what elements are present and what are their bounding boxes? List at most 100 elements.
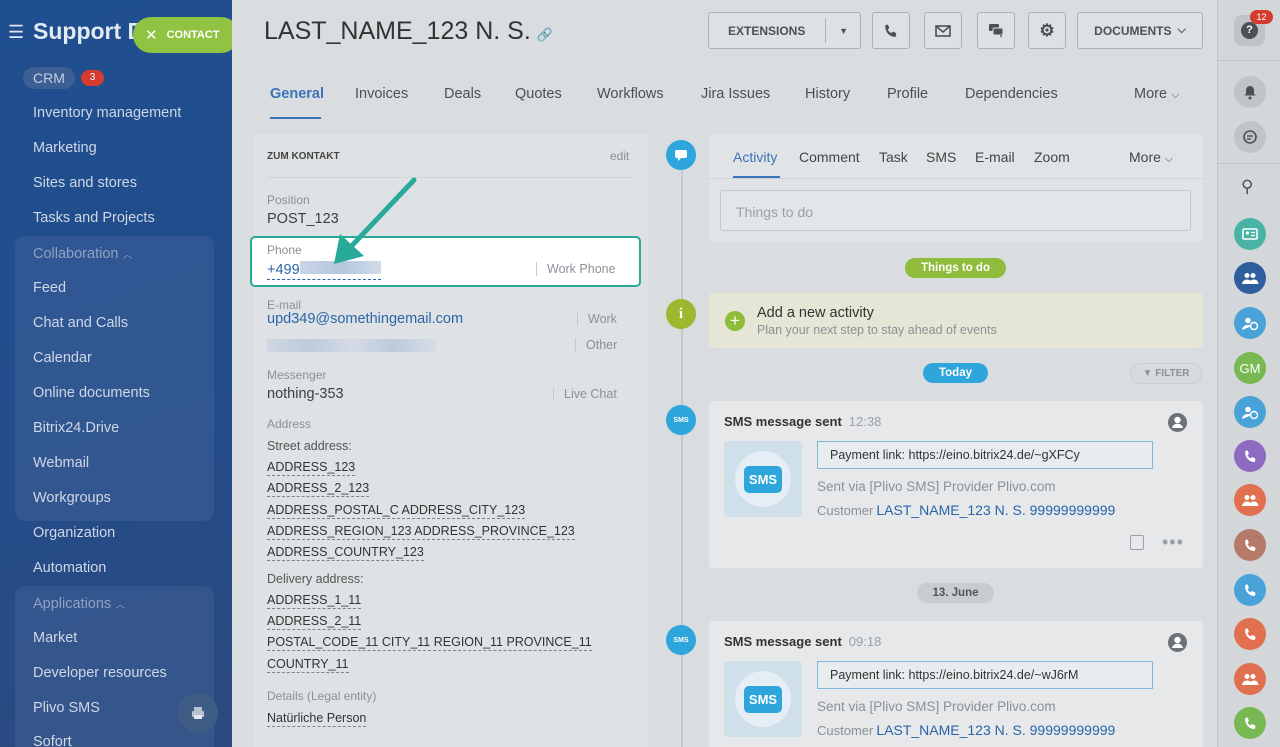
sidebar-item-tasks[interactable]: Tasks and Projects [33, 210, 155, 226]
sidebar-item-market[interactable]: Market [33, 630, 77, 646]
printer-icon[interactable] [178, 693, 218, 733]
messenger-value: nothing-353 [267, 386, 344, 402]
users-icon[interactable] [1234, 484, 1266, 516]
sidebar-item-feed[interactable]: Feed [33, 280, 66, 296]
activity-editor: Activity Comment Task SMS E-mail Zoom Mo… [709, 134, 1203, 242]
tab-activity[interactable]: Activity [733, 149, 777, 165]
sidebar-item-sites[interactable]: Sites and stores [33, 175, 137, 191]
sidebar-item-documents[interactable]: Online documents [33, 385, 150, 401]
email-button[interactable] [924, 12, 962, 49]
customer-link[interactable]: LAST_NAME_123 N. S. 99999999999 [876, 502, 1115, 518]
sidebar-item-inventory[interactable]: Inventory management [33, 105, 181, 121]
phone-call-icon[interactable] [1234, 529, 1266, 561]
documents-button[interactable]: DOCUMENTS ⌵ [1077, 12, 1203, 49]
tab-workflows[interactable]: Workflows [597, 86, 664, 102]
split-divider [825, 18, 826, 43]
tab-quotes[interactable]: Quotes [515, 86, 562, 102]
phone-call-icon[interactable] [1234, 440, 1266, 472]
sidebar-item-marketing[interactable]: Marketing [33, 140, 97, 156]
phone-call-icon[interactable] [1234, 707, 1266, 739]
note-icon[interactable] [1130, 535, 1144, 550]
chevron-down-icon: ⌵ [1177, 24, 1186, 36]
tab-email[interactable]: E-mail [975, 149, 1015, 165]
tab-dependencies[interactable]: Dependencies [965, 86, 1058, 102]
add-activity-card[interactable]: + Add a new activity Plan your next step… [709, 293, 1203, 348]
extensions-button[interactable]: EXTENSIONS ▼ [708, 12, 861, 49]
sms-time: 12:38 [848, 414, 882, 429]
search-icon[interactable]: ⚲ [1241, 177, 1253, 197]
tab-comment[interactable]: Comment [799, 149, 860, 165]
phone-call-button[interactable] [872, 12, 910, 49]
street-line: ADDRESS_2_123 [267, 481, 370, 497]
users-icon[interactable] [1234, 663, 1266, 695]
tab-invoices[interactable]: Invoices [355, 86, 408, 102]
sidebar-item-calendar[interactable]: Calendar [33, 350, 92, 366]
sidebar-item-automation[interactable]: Automation [33, 560, 106, 576]
sms-icon: SMS [724, 661, 802, 737]
timeline-line [681, 170, 683, 747]
sidebar-item-workgroups[interactable]: Workgroups [33, 490, 111, 506]
close-icon: ✕ [145, 27, 158, 44]
tab-profile[interactable]: Profile [887, 86, 928, 102]
question-icon: ? [1241, 22, 1258, 39]
help-counter-badge: 12 [1250, 10, 1273, 24]
person-icon[interactable] [1168, 413, 1187, 432]
sms-customer: Customer LAST_NAME_123 N. S. 99999999999 [817, 502, 1116, 518]
sidebar-item-webmail[interactable]: Webmail [33, 455, 89, 471]
link-icon[interactable]: 🔗 [537, 27, 553, 42]
email-link[interactable]: upd349@somethingemail.com [267, 311, 463, 327]
tab-history[interactable]: History [805, 86, 850, 102]
tab-general[interactable]: General [270, 86, 324, 102]
group-chat-icon[interactable] [1234, 262, 1266, 294]
filter-button[interactable]: ▼ FILTER [1130, 363, 1202, 384]
info-icon: i [666, 299, 696, 329]
sidebar-group-collaboration[interactable]: Collaboration ︿ [33, 246, 132, 262]
edit-link[interactable]: edit [610, 149, 629, 163]
customer-link[interactable]: LAST_NAME_123 N. S. 99999999999 [876, 722, 1115, 738]
tab-activity-more[interactable]: More ⌵ [1129, 149, 1173, 166]
sidebar-item-plivo[interactable]: Plivo SMS [33, 700, 100, 716]
sidebar-item-developer[interactable]: Developer resources [33, 665, 167, 681]
sidebar-item-organization[interactable]: Organization [33, 525, 115, 541]
settings-button[interactable]: ⚙ [1028, 12, 1066, 49]
person-icon[interactable] [1168, 633, 1187, 652]
sidebar-item-chat[interactable]: Chat and Calls [33, 315, 128, 331]
chat-bubble-icon[interactable] [1234, 121, 1266, 153]
sidebar-item-crm[interactable]: CRM [23, 67, 75, 89]
portal-title[interactable]: Support D [33, 18, 144, 45]
sms-customer: Customer LAST_NAME_123 N. S. 99999999999 [817, 722, 1116, 738]
tab-deals[interactable]: Deals [444, 86, 481, 102]
tab-jira-issues[interactable]: Jira Issues [701, 86, 770, 102]
messenger-type: Live Chat [553, 387, 617, 401]
sidebar-group-applications[interactable]: Applications ︿ [33, 596, 125, 612]
crm-counter-badge: 3 [81, 70, 104, 86]
things-to-do-pill: Things to do [905, 258, 1006, 278]
phone-call-icon[interactable] [1234, 618, 1266, 650]
sidebar-item-sofort[interactable]: Sofort [33, 734, 72, 747]
user-clock-icon[interactable] [1234, 307, 1266, 339]
chat-button[interactable] [977, 12, 1015, 49]
more-dots-icon[interactable]: ••• [1162, 532, 1184, 553]
tab-sms[interactable]: SMS [926, 149, 956, 165]
caret-down-icon[interactable]: ▼ [839, 26, 848, 36]
tab-more[interactable]: More ⌵ [1134, 86, 1179, 102]
user-clock-icon[interactable] [1234, 396, 1266, 428]
notifications-bell-icon[interactable] [1234, 76, 1266, 108]
avatar-gm[interactable]: GM [1234, 352, 1266, 384]
chat-icon [989, 24, 1004, 38]
phone-call-icon[interactable] [1234, 574, 1266, 606]
sms-bubble: SMS [735, 671, 791, 727]
sms-title: SMS message sent 12:38 [724, 414, 882, 429]
tab-task[interactable]: Task [879, 149, 908, 165]
menu-icon[interactable]: ☰ [8, 22, 24, 43]
chevron-up-icon: ︿ [115, 600, 126, 611]
tab-zoom[interactable]: Zoom [1034, 149, 1070, 165]
contact-close-button[interactable]: ✕ CONTACT [133, 17, 232, 53]
street-line: ADDRESS_COUNTRY_123 [267, 545, 424, 561]
contact-card-icon[interactable] [1234, 218, 1266, 250]
divider [267, 177, 633, 178]
things-to-do-input[interactable]: Things to do [720, 190, 1191, 231]
sidebar-item-drive[interactable]: Bitrix24.Drive [33, 420, 119, 436]
street-address-label: Street address: [267, 439, 352, 453]
phone-type: Work Phone [536, 262, 616, 276]
